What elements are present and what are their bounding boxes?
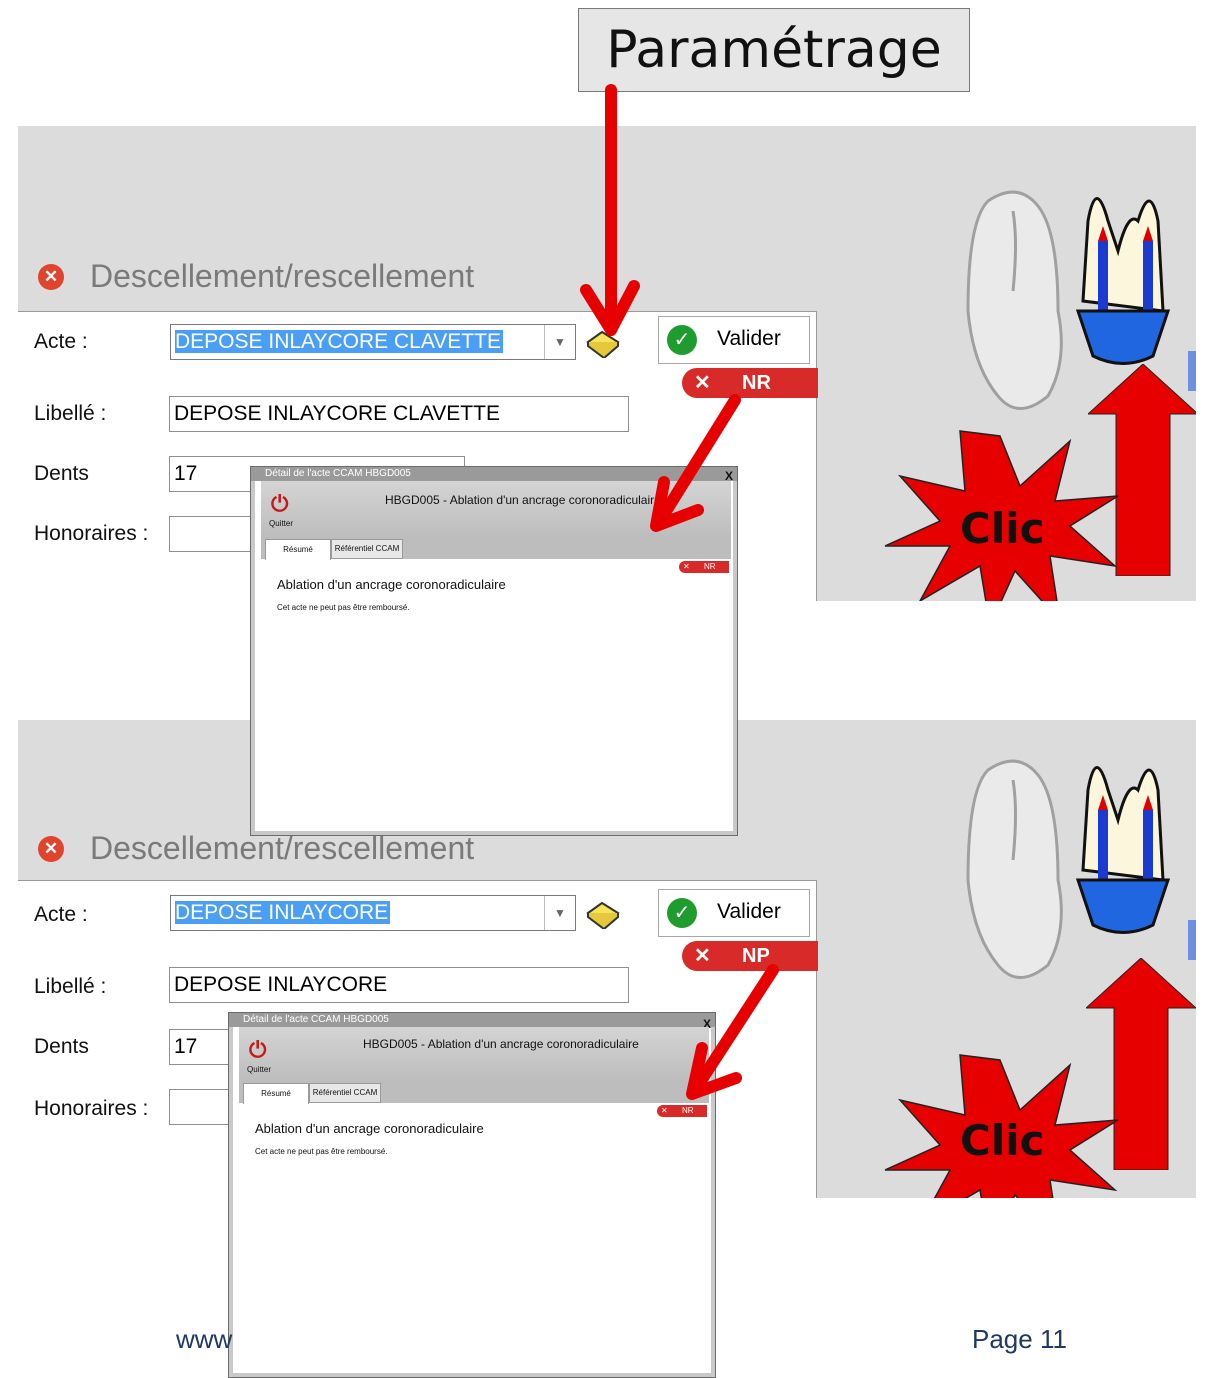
footer-url[interactable]: www bbox=[176, 1324, 232, 1355]
page-number: Page 11 bbox=[972, 1324, 1067, 1354]
arrow-to-dialog-2 bbox=[689, 964, 779, 1096]
annotation-arrows bbox=[580, 84, 779, 1100]
